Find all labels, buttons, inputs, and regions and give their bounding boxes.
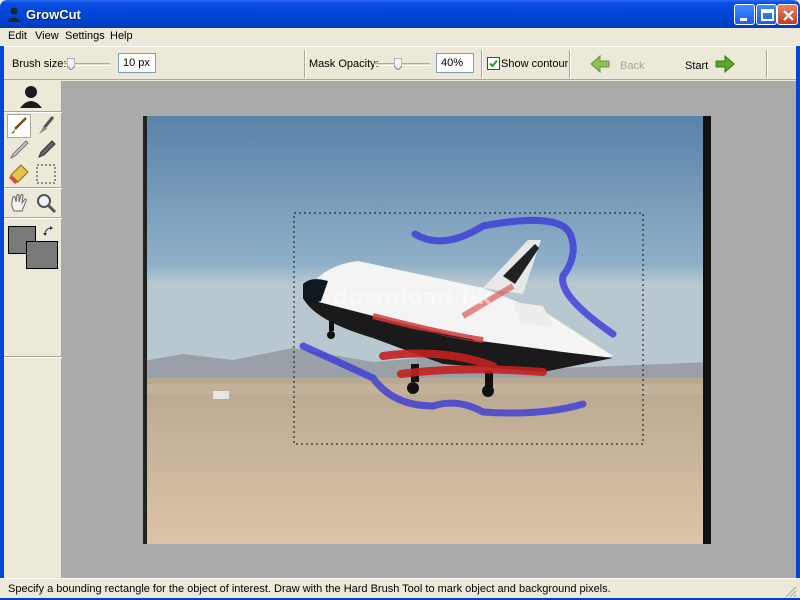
back-arrow-icon bbox=[590, 54, 610, 74]
mask-opacity-slider[interactable] bbox=[374, 57, 430, 71]
mask-opacity-label: Mask Opacity: bbox=[309, 58, 379, 70]
start-arrow-icon bbox=[715, 54, 735, 74]
eraser-icon[interactable] bbox=[7, 162, 31, 186]
swap-colors-icon[interactable] bbox=[42, 225, 56, 239]
title-bar[interactable]: GrowCut bbox=[0, 0, 800, 28]
background-color-swatch[interactable] bbox=[26, 241, 58, 269]
close-button[interactable] bbox=[777, 4, 798, 25]
menu-view[interactable]: View bbox=[35, 30, 59, 42]
marker-icon[interactable] bbox=[34, 138, 58, 162]
start-label: Start bbox=[685, 60, 709, 72]
start-button[interactable]: Start bbox=[680, 51, 740, 77]
brush-size-slider[interactable] bbox=[64, 57, 110, 71]
hard-brush-icon[interactable] bbox=[7, 114, 31, 138]
minimize-button[interactable] bbox=[734, 4, 755, 25]
rectangle-select-icon[interactable] bbox=[34, 162, 58, 186]
svg-text:download.hk: download.hk bbox=[333, 285, 493, 310]
show-contour-checkbox[interactable] bbox=[487, 57, 500, 70]
pencil-icon[interactable] bbox=[7, 138, 31, 162]
window-frame-right bbox=[796, 28, 800, 600]
window-title: GrowCut bbox=[26, 7, 81, 22]
menu-edit[interactable]: Edit bbox=[8, 30, 27, 42]
brush-size-label: Brush size: bbox=[12, 58, 67, 70]
zoom-icon[interactable] bbox=[34, 191, 58, 215]
toolbar: Brush size: 10 px Mask Opacity: 40% Show… bbox=[4, 46, 796, 80]
tool-panel bbox=[4, 81, 62, 578]
toolbar-separator bbox=[766, 50, 768, 78]
image-canvas[interactable]: download.hk bbox=[143, 116, 711, 544]
toolbar-separator bbox=[304, 50, 306, 78]
canvas-area[interactable]: download.hk bbox=[62, 81, 796, 578]
soft-brush-icon[interactable] bbox=[34, 114, 58, 138]
user-icon[interactable] bbox=[19, 84, 43, 108]
status-bar: Specify a bounding rectangle for the obj… bbox=[0, 578, 800, 600]
resize-grip-icon[interactable] bbox=[785, 586, 797, 598]
menu-help[interactable]: Help bbox=[110, 30, 133, 42]
status-text: Specify a bounding rectangle for the obj… bbox=[8, 583, 611, 595]
toolbar-separator bbox=[481, 50, 483, 78]
brush-size-field[interactable]: 10 px bbox=[118, 53, 156, 73]
back-button[interactable]: Back bbox=[584, 51, 644, 77]
app-icon bbox=[6, 6, 22, 22]
maximize-button[interactable] bbox=[756, 4, 777, 25]
show-contour-label[interactable]: Show contour bbox=[501, 58, 568, 70]
back-label: Back bbox=[620, 60, 645, 72]
toolbar-separator bbox=[569, 50, 571, 78]
menu-bar: Edit View Settings Help bbox=[0, 28, 800, 46]
space-shuttle-photo: download.hk bbox=[143, 116, 711, 544]
menu-settings[interactable]: Settings bbox=[65, 30, 105, 42]
mask-opacity-field[interactable]: 40% bbox=[436, 53, 474, 73]
checkmark-icon bbox=[489, 59, 498, 68]
hand-icon[interactable] bbox=[7, 191, 31, 215]
